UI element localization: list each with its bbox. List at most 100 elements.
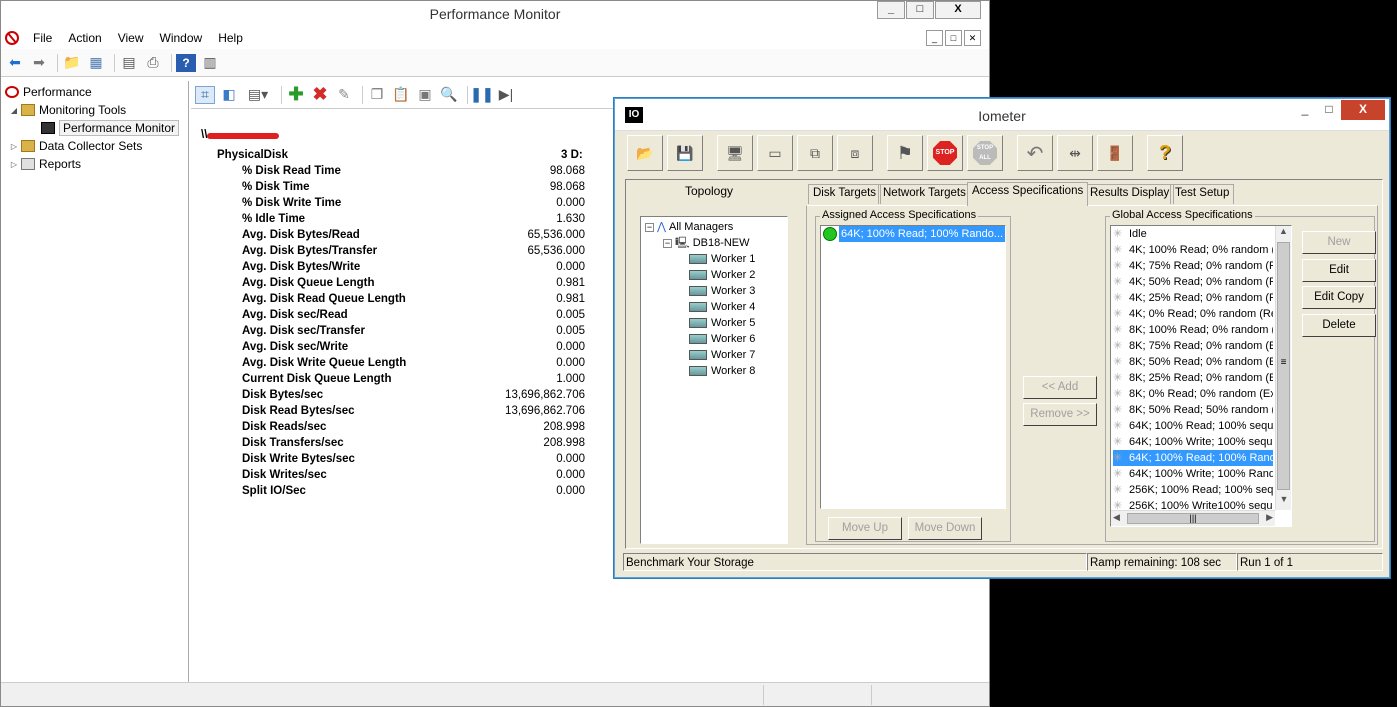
- delete-counter-icon[interactable]: ✖: [310, 84, 330, 104]
- tree-all-managers[interactable]: − ⋀ All Managers: [645, 219, 755, 235]
- freeze-display-icon[interactable]: ❚❚: [470, 86, 493, 104]
- forward-icon[interactable]: ➡: [29, 54, 49, 72]
- collapse-icon[interactable]: ◢: [9, 106, 19, 115]
- reset-workers-icon[interactable]: ↶: [1017, 135, 1053, 171]
- view-graph-icon[interactable]: ⌗: [195, 85, 215, 104]
- global-spec-item[interactable]: ✳ 4K; 25% Read; 0% random (Re: [1113, 290, 1273, 306]
- help-icon[interactable]: ?: [1147, 135, 1183, 171]
- maximize-button[interactable]: □: [906, 1, 934, 19]
- help-icon[interactable]: ?: [176, 53, 196, 72]
- move-up-button[interactable]: Move Up: [828, 517, 902, 540]
- new-spec-button[interactable]: New: [1302, 231, 1376, 254]
- stop-icon[interactable]: STOP: [927, 135, 963, 171]
- tree-item-data-collector-sets[interactable]: ▷ Data Collector Sets: [1, 137, 188, 155]
- up-folder-icon[interactable]: 📁: [62, 54, 82, 72]
- paste-icon[interactable]: 📋: [391, 86, 411, 104]
- global-spec-item[interactable]: ✳ 64K; 100% Write; 100% Rando: [1113, 466, 1273, 482]
- stop-all-icon[interactable]: STOP ALL: [967, 135, 1003, 171]
- move-down-button[interactable]: Move Down: [908, 517, 982, 540]
- perfmon-icon[interactable]: [5, 31, 19, 45]
- tab-access-specifications[interactable]: Access Specifications: [967, 182, 1089, 206]
- tree-item-reports[interactable]: ▷ Reports: [1, 155, 188, 173]
- open-config-icon[interactable]: 📂: [627, 135, 663, 171]
- zoom-icon[interactable]: 🔍: [439, 86, 459, 104]
- global-spec-item[interactable]: ✳ 256K; 100% Read; 100% sequ: [1113, 482, 1273, 498]
- add-spec-button[interactable]: << Add: [1023, 376, 1097, 399]
- tree-worker[interactable]: Worker 5: [645, 315, 755, 331]
- global-spec-item[interactable]: ✳ 8K; 100% Read; 0% random (E: [1113, 322, 1273, 338]
- global-spec-item[interactable]: ✳ 4K; 100% Read; 0% random (R: [1113, 242, 1273, 258]
- start-network-worker-icon[interactable]: ⧉: [797, 135, 833, 171]
- exit-workers-icon[interactable]: ⇹: [1057, 135, 1093, 171]
- start-disk-worker-icon[interactable]: ▭: [757, 135, 793, 171]
- tab-test-setup[interactable]: Test Setup: [1170, 184, 1235, 204]
- horizontal-scrollbar[interactable]: ◀ ||| ▶: [1111, 510, 1275, 526]
- exit-iometer-icon[interactable]: 🚪: [1097, 135, 1133, 171]
- print-icon[interactable]: ⎙: [143, 54, 163, 72]
- tree-worker[interactable]: Worker 2: [645, 267, 755, 283]
- highlight-icon[interactable]: ✎: [334, 86, 354, 104]
- menu-view[interactable]: View: [110, 31, 152, 45]
- tree-item-monitoring-tools[interactable]: ◢ Monitoring Tools: [1, 101, 188, 119]
- menu-help[interactable]: Help: [210, 31, 251, 45]
- global-spec-item[interactable]: ✳ 8K; 25% Read; 0% random (Ex: [1113, 370, 1273, 386]
- update-data-icon[interactable]: ▶|: [496, 86, 516, 104]
- global-spec-item[interactable]: ✳ 64K; 100% Write; 100% seque: [1113, 434, 1273, 450]
- mdi-minimize-button[interactable]: _: [926, 30, 943, 46]
- global-spec-item[interactable]: ✳ 64K; 100% Read; 100% seque: [1113, 418, 1273, 434]
- menu-window[interactable]: Window: [152, 31, 211, 45]
- tree-worker[interactable]: Worker 6: [645, 331, 755, 347]
- mdi-restore-button[interactable]: □: [945, 30, 962, 46]
- global-spec-item[interactable]: ✳ 8K; 0% Read; 0% random (Exc: [1113, 386, 1273, 402]
- add-counter-icon[interactable]: ✚: [286, 84, 306, 104]
- tab-network-targets[interactable]: Network Targets: [878, 184, 971, 204]
- global-spec-item[interactable]: ✳ 64K; 100% Read; 100% Rand: [1113, 450, 1273, 466]
- assigned-spec-item[interactable]: 64K; 100% Read; 100% Rando...: [821, 226, 1005, 242]
- tree-worker[interactable]: Worker 3: [645, 283, 755, 299]
- start-tests-icon[interactable]: ⚑: [887, 135, 923, 171]
- global-spec-item[interactable]: ✳ 8K; 50% Read; 0% random (Ex: [1113, 354, 1273, 370]
- close-button[interactable]: X: [935, 1, 981, 19]
- mdi-close-button[interactable]: ✕: [964, 30, 981, 46]
- change-graph-type-icon[interactable]: ▤▾: [243, 86, 273, 104]
- console-tree-icon[interactable]: ▥: [200, 54, 220, 72]
- save-config-icon[interactable]: 💾: [667, 135, 703, 171]
- minimize-button[interactable]: _: [877, 1, 905, 19]
- delete-spec-button[interactable]: Delete: [1302, 314, 1376, 337]
- duplicate-worker-icon[interactable]: ⧈: [837, 135, 873, 171]
- back-icon[interactable]: ⬅: [5, 54, 25, 72]
- view-log-icon[interactable]: ◧: [219, 86, 239, 104]
- topology-tree[interactable]: − ⋀ All Managers − 🖳 DB18-NEW Worker 1 Worker…: [640, 216, 788, 544]
- tab-results-display[interactable]: Results Display: [1085, 184, 1175, 204]
- global-spec-item[interactable]: ✳ 4K; 50% Read; 0% random (Re: [1113, 274, 1273, 290]
- tree-manager[interactable]: − 🖳 DB18-NEW: [645, 235, 755, 251]
- properties-icon[interactable]: ▣: [415, 86, 435, 104]
- vertical-scrollbar[interactable]: ▲ ≡ ▼: [1275, 226, 1291, 510]
- global-specs-list[interactable]: ✳ Idle ✳ 4K; 100% Read; 0% random (R ✳ 4K; 75…: [1110, 225, 1292, 527]
- scrollbar-thumb[interactable]: ≡: [1277, 242, 1290, 490]
- iometer-minimize-button[interactable]: _: [1293, 100, 1317, 120]
- remove-spec-button[interactable]: Remove >>: [1023, 403, 1097, 426]
- expand-icon[interactable]: ▷: [9, 142, 19, 151]
- global-spec-item[interactable]: ✳ 8K; 50% Read; 50% random (E: [1113, 402, 1273, 418]
- properties-icon[interactable]: ▤: [119, 54, 139, 72]
- start-manager-icon[interactable]: 🖥: [717, 135, 753, 171]
- tree-worker[interactable]: Worker 4: [645, 299, 755, 315]
- menu-file[interactable]: File: [25, 31, 60, 45]
- tree-item-performance-monitor[interactable]: Performance Monitor: [1, 119, 188, 137]
- edit-copy-button[interactable]: Edit Copy: [1302, 286, 1376, 309]
- tree-item-performance[interactable]: Performance: [1, 83, 188, 101]
- iometer-maximize-button[interactable]: □: [1317, 100, 1341, 120]
- assigned-specs-list[interactable]: 64K; 100% Read; 100% Rando...: [820, 225, 1006, 509]
- show-hide-tree-icon[interactable]: ▦: [86, 54, 106, 72]
- copy-icon[interactable]: ❐: [367, 86, 387, 104]
- tab-disk-targets[interactable]: Disk Targets: [808, 184, 882, 204]
- tree-worker[interactable]: Worker 8: [645, 363, 755, 379]
- expand-icon[interactable]: ▷: [9, 160, 19, 169]
- edit-spec-button[interactable]: Edit: [1302, 259, 1376, 282]
- global-spec-item[interactable]: ✳ Idle: [1113, 226, 1273, 242]
- tree-worker[interactable]: Worker 7: [645, 347, 755, 363]
- global-spec-item[interactable]: ✳ 4K; 75% Read; 0% random (Re: [1113, 258, 1273, 274]
- global-spec-item[interactable]: ✳ 4K; 0% Read; 0% random (Re: [1113, 306, 1273, 322]
- tree-worker[interactable]: Worker 1: [645, 251, 755, 267]
